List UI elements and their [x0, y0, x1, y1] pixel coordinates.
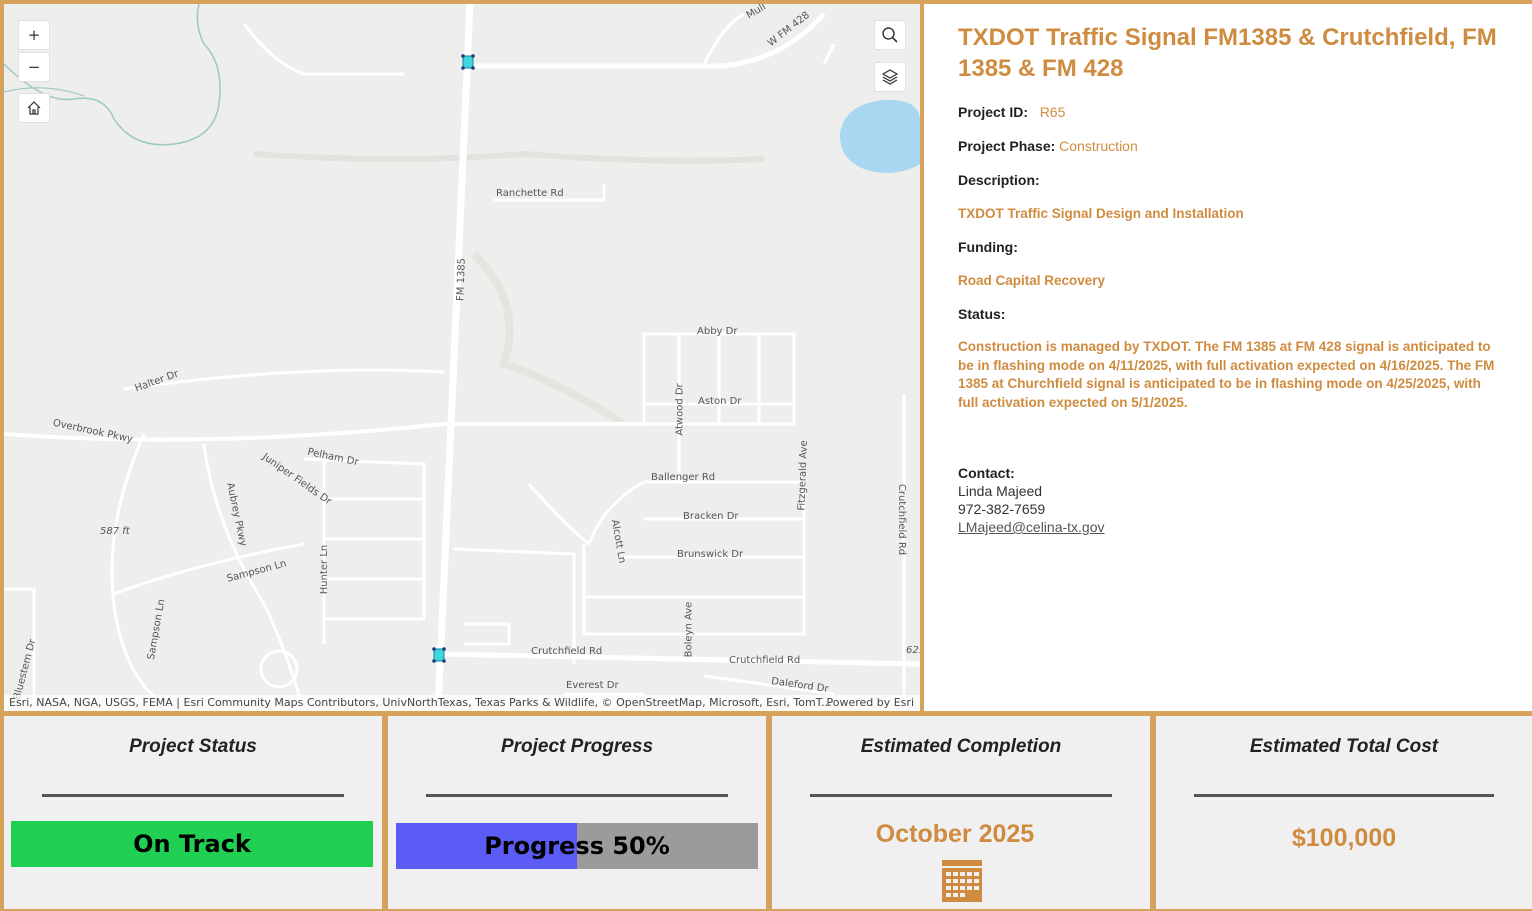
project-status-card: Project Status On Track — [4, 716, 382, 909]
completion-date: October 2025 — [875, 820, 1035, 848]
road-label-brunswick: Brunswick Dr — [677, 549, 744, 560]
zoom-in-button[interactable]: + — [18, 20, 50, 50]
divider — [1194, 794, 1494, 797]
layers-button[interactable] — [874, 62, 906, 92]
funding-value: Road Capital Recovery — [958, 273, 1106, 288]
road-label-crutchfield-vertical: Crutchfield Rd — [896, 483, 908, 556]
divider — [810, 794, 1112, 797]
description-label: Description: — [958, 172, 1040, 188]
attribution-text: Esri, NASA, NGA, USGS, FEMA | Esri Commu… — [9, 696, 832, 709]
project-phase-row: Project Phase: Construction — [958, 136, 1498, 156]
description-value: TXDOT Traffic Signal Design and Installa… — [958, 206, 1244, 221]
project-progress-title: Project Progress — [500, 736, 654, 757]
contact-block: Contact: Linda Majeed 972-382-7659 LMaje… — [958, 464, 1498, 536]
funding-label: Funding: — [958, 239, 1018, 255]
project-id-label: Project ID: — [958, 104, 1029, 120]
map-attribution: Esri, NASA, NGA, USGS, FEMA | Esri Commu… — [4, 695, 920, 711]
project-progress-card: Project Progress Progress 50% — [388, 716, 766, 909]
estimated-completion-title: Estimated Completion — [860, 736, 1062, 757]
elevation-label-2: 621 — [906, 645, 920, 656]
road-label-crutchfield-1: Crutchfield Rd — [531, 646, 603, 657]
progress-label: Progress 50% — [484, 832, 670, 860]
project-phase-label: Project Phase: — [958, 138, 1056, 154]
road-label-fm1385: FM 1385 — [455, 257, 468, 302]
contact-phone: 972-382-7659 — [958, 501, 1046, 517]
home-icon — [27, 101, 41, 115]
total-cost-value: $100,000 — [1291, 824, 1397, 852]
status-label: Status: — [958, 306, 1006, 322]
road-label-aston: Aston Dr — [698, 396, 742, 407]
estimated-total-cost-card: Estimated Total Cost $100,000 — [1156, 716, 1532, 909]
estimated-total-cost-title: Estimated Total Cost — [1249, 736, 1439, 757]
project-id-value: R65 — [1039, 104, 1066, 120]
project-details-panel: TXDOT Traffic Signal FM1385 & Crutchfiel… — [924, 4, 1532, 711]
zoom-out-button[interactable]: − — [18, 52, 50, 82]
road-label-hunter: Hunter Ln — [319, 544, 331, 595]
road-label-ranchette: Ranchette Rd — [496, 188, 564, 199]
road-label-boleyn: Boleyn Ave — [683, 601, 695, 658]
search-icon — [882, 27, 898, 43]
calendar-icon — [942, 860, 982, 902]
divider — [426, 794, 728, 797]
project-phase-value: Construction — [1059, 138, 1138, 154]
elevation-label: 587 ft — [100, 526, 130, 537]
road-label-everest: Everest Dr — [566, 680, 619, 691]
progress-bar: Progress 50% — [396, 823, 758, 869]
home-button[interactable] — [18, 93, 50, 123]
map-view[interactable]: Ranchette Rd FM 1385 W FM 428 Mull Abby … — [4, 4, 920, 711]
road-label-atwood: Atwood Dr — [674, 383, 686, 436]
divider — [42, 794, 344, 797]
estimated-completion-card: Estimated Completion October 2025 — [772, 716, 1150, 909]
road-label-crutchfield-2: Crutchfield Rd — [729, 655, 801, 666]
map-basemap — [4, 4, 920, 711]
powered-by-esri-link[interactable]: Powered by Esri — [826, 695, 914, 711]
contact-label: Contact: — [958, 465, 1015, 481]
signal-marker-fm428[interactable] — [461, 54, 475, 70]
layers-icon — [881, 69, 899, 85]
status-badge: On Track — [11, 821, 373, 867]
road-label-abby: Abby Dr — [697, 326, 738, 337]
project-status-title: Project Status — [129, 736, 257, 757]
road-label-ballenger: Ballenger Rd — [651, 472, 716, 483]
signal-marker-crutchfield[interactable] — [432, 647, 446, 663]
road-label-bracken: Bracken Dr — [683, 511, 739, 522]
project-id-row: Project ID: R65 — [958, 102, 1498, 122]
status-description: Construction is managed by TXDOT. The FM… — [958, 339, 1495, 410]
contact-email-link[interactable]: LMajeed@celina-tx.gov — [958, 519, 1105, 535]
search-button[interactable] — [874, 20, 906, 50]
contact-name: Linda Majeed — [958, 483, 1043, 499]
project-title: TXDOT Traffic Signal FM1385 & Crutchfiel… — [958, 24, 1497, 82]
